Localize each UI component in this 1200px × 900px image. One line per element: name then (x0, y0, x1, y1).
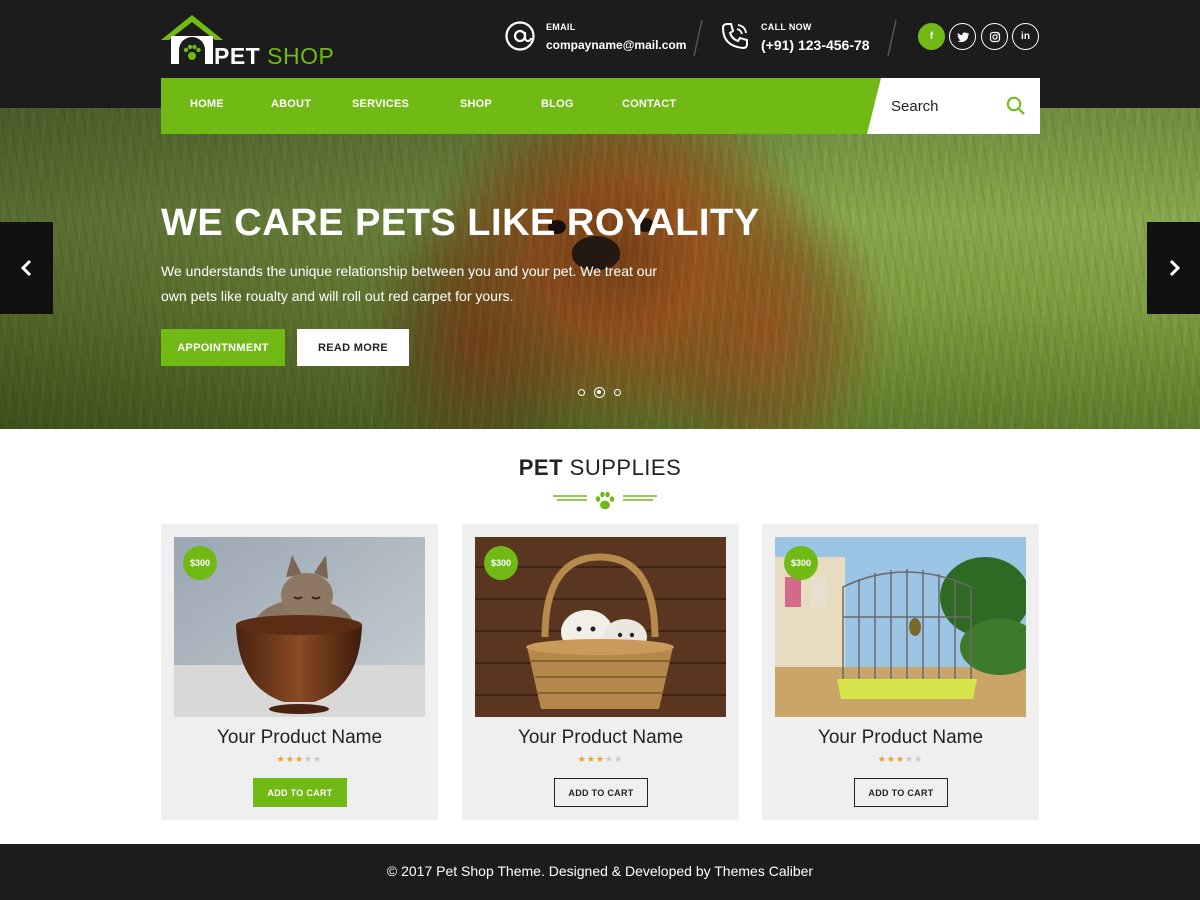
star-icon: ★ (285, 754, 295, 764)
instagram-icon[interactable] (981, 23, 1008, 50)
product-name[interactable]: Your Product Name (462, 727, 739, 749)
nav-blog[interactable]: BLOG (541, 98, 574, 110)
product-card: $300 Your Product Name ★★★★★ ADD TO CART (161, 524, 438, 820)
instagram-glyph (989, 31, 1000, 42)
logo-text: PET SHOP (214, 43, 334, 69)
nav-services[interactable]: SERVICES (352, 98, 409, 110)
search-box (867, 78, 1040, 134)
slider-prev-button[interactable] (0, 222, 53, 314)
add-to-cart-button[interactable]: ADD TO CART (253, 778, 347, 807)
divider (887, 20, 897, 56)
nav-contact[interactable]: CONTACT (622, 98, 676, 110)
nav-home[interactable]: HOME (190, 98, 224, 110)
product-rating: ★★★★★ (462, 754, 739, 765)
main-navigation: HOME ABOUT SERVICES SHOP BLOG CONTACT (161, 78, 1040, 134)
phone-icon (721, 23, 748, 50)
appointment-button[interactable]: APPOINTNMENT (161, 329, 285, 366)
footer-copyright: © 2017 Pet Shop Theme. Designed & Develo… (386, 863, 814, 879)
product-name[interactable]: Your Product Name (762, 727, 1039, 749)
product-rating: ★★★★★ (762, 754, 1039, 765)
search-icon[interactable] (1006, 96, 1026, 116)
twitter-icon[interactable] (949, 23, 976, 50)
star-icon: ★ (905, 754, 915, 764)
product-card: $300 Your Product Name ★★★★★ ADD TO CART (762, 524, 1039, 820)
product-image-bird-cage[interactable]: $300 (775, 537, 1026, 717)
star-icon: ★ (914, 754, 924, 764)
chevron-left-icon (20, 259, 31, 277)
call-value[interactable]: (+91) 123-456-78 (761, 37, 870, 53)
search-input[interactable] (891, 95, 1001, 117)
star-icon: ★ (895, 754, 906, 764)
call-label: CALL NOW (761, 22, 812, 32)
slider-dots (575, 387, 625, 399)
product-rating: ★★★★★ (161, 754, 438, 765)
star-icon: ★ (595, 754, 606, 764)
star-icon: ★ (276, 754, 286, 764)
star-icon: ★ (294, 754, 305, 764)
star-icon: ★ (877, 754, 887, 764)
twitter-bird-glyph (957, 31, 969, 42)
section-title-bold: PET (518, 455, 564, 480)
contact-phone: CALL NOW (+91) 123-456-78 (719, 18, 889, 58)
slider-next-button[interactable] (1147, 222, 1200, 314)
logo-pet: PET (214, 43, 261, 69)
email-value[interactable]: compayname@mail.com (546, 38, 686, 52)
price-badge: $300 (784, 546, 818, 580)
slider-dot[interactable] (578, 389, 585, 396)
nav-about[interactable]: ABOUT (271, 98, 311, 110)
star-icon: ★ (586, 754, 596, 764)
add-to-cart-button[interactable]: ADD TO CART (554, 778, 648, 807)
footer: © 2017 Pet Shop Theme. Designed & Develo… (0, 844, 1200, 900)
star-icon: ★ (605, 754, 615, 764)
nav-shop[interactable]: SHOP (460, 98, 492, 110)
price-badge: $300 (484, 546, 518, 580)
star-icon: ★ (614, 754, 624, 764)
star-icon: ★ (313, 754, 323, 764)
product-name[interactable]: Your Product Name (161, 727, 438, 749)
logo-shop: SHOP (267, 43, 335, 69)
email-label: EMAIL (546, 22, 576, 32)
star-icon: ★ (577, 754, 587, 764)
product-image-puppies[interactable]: $300 (475, 537, 726, 717)
price-badge: $300 (183, 546, 217, 580)
star-icon: ★ (304, 754, 314, 764)
slider-dot[interactable] (614, 389, 621, 396)
add-to-cart-button[interactable]: ADD TO CART (854, 778, 948, 807)
product-image-kitten[interactable]: $300 (174, 537, 425, 717)
facebook-icon[interactable]: f (918, 23, 945, 50)
at-sign-icon (505, 21, 535, 51)
star-icon: ★ (886, 754, 896, 764)
hero-title: WE CARE PETS LIKE ROYALITY (161, 202, 760, 244)
hero-description: We understands the unique relationship b… (161, 263, 658, 304)
hero-slider: WE CARE PETS LIKE ROYALITY We understand… (0, 108, 1200, 429)
linkedin-icon[interactable]: in (1012, 23, 1039, 50)
site-logo[interactable]: PET SHOP (161, 14, 341, 69)
slider-dot-active[interactable] (594, 387, 605, 398)
contact-email: EMAIL compayname@mail.com (504, 18, 686, 58)
section-title: PET SUPPLIES (0, 455, 1200, 481)
product-card: $300 Your Product Name ★★★★★ ADD TO CART (462, 524, 739, 820)
paw-divider-icon (553, 491, 657, 510)
section-title-light: SUPPLIES (569, 455, 682, 480)
chevron-right-icon (1169, 259, 1180, 277)
divider (693, 20, 703, 56)
read-more-button[interactable]: READ MORE (297, 329, 409, 366)
